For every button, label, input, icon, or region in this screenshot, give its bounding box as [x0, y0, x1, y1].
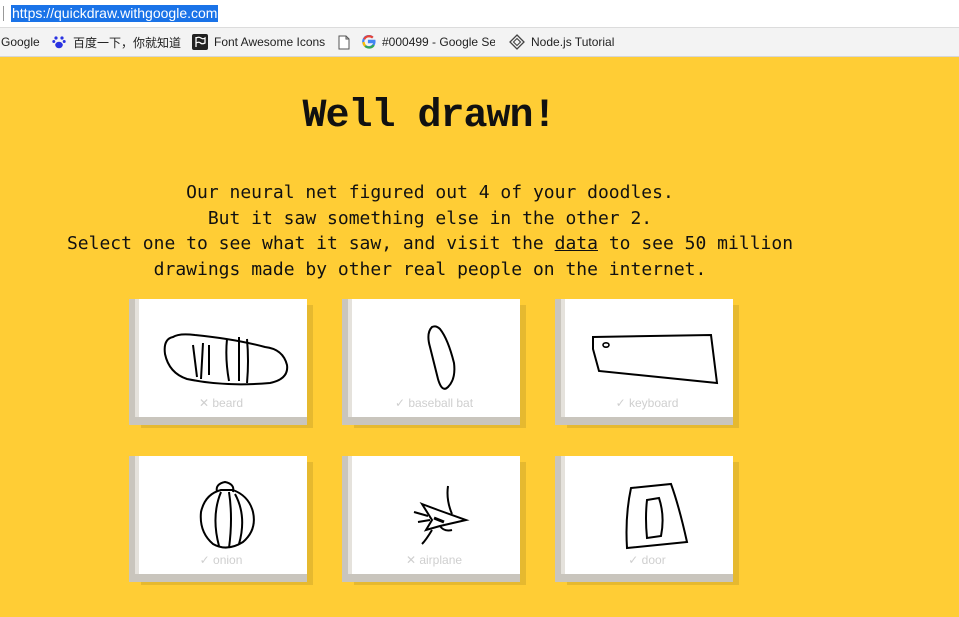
bookmark-google[interactable]: Google: [1, 28, 40, 56]
bookmark-label: Node.js Tutorial: [531, 35, 615, 49]
message-line: Our neural net figured out 4 of your doo…: [186, 182, 674, 203]
doodle-label: ✕ airplane: [405, 553, 463, 567]
bookmark-label: #000499 - Google Se: [382, 35, 495, 49]
doodle-card-airplane[interactable]: ✕ airplane: [342, 456, 526, 585]
bookmark-font-awesome[interactable]: Font Awesome Icons: [192, 28, 325, 56]
bookmark-baidu[interactable]: 百度一下，你就知道: [51, 28, 181, 56]
doodle-card-onion[interactable]: ✓ onion: [129, 456, 313, 585]
result-message: Our neural net figured out 4 of your doo…: [0, 180, 860, 282]
bookmark-label: Font Awesome Icons: [214, 35, 326, 49]
baseball-bat-drawing: [427, 325, 456, 390]
message-line: Select one to see what it saw, and visit…: [0, 231, 860, 257]
text-cursor: [3, 6, 4, 21]
beard-drawing: [163, 333, 289, 386]
door-drawing: [625, 482, 689, 550]
bookmark-document[interactable]: [336, 28, 358, 56]
doodle-label: ✓ keyboard: [615, 396, 679, 410]
bookmark-label: Google: [1, 35, 40, 49]
data-link[interactable]: data: [555, 233, 598, 254]
airplane-drawing: [413, 485, 470, 545]
message-line: drawings made by other real people on th…: [153, 258, 707, 280]
baidu-paw-icon: [51, 34, 67, 50]
keyboard-drawing: [592, 333, 719, 385]
message-line: But it saw something else in the other 2…: [207, 207, 653, 229]
bookmark-nodejs[interactable]: Node.js Tutorial: [509, 28, 614, 56]
address-bar[interactable]: https://quickdraw.withgoogle.com: [0, 0, 959, 28]
doodle-card-keyboard[interactable]: ✓ keyboard: [555, 299, 739, 428]
bookmark-label: 百度一下，你就知道: [73, 35, 182, 50]
doodle-label: ✓ door: [628, 553, 666, 567]
bookmarks-bar: Google 百度一下，你就知道 Font Awesome Icons #000…: [0, 28, 959, 57]
document-icon: [336, 34, 352, 50]
doodle-label: ✕ beard: [198, 396, 244, 410]
url-text[interactable]: https://quickdraw.withgoogle.com: [11, 5, 219, 22]
doodle-card-beard[interactable]: ✕ beard: [129, 299, 313, 428]
font-awesome-flag-icon: [192, 34, 208, 50]
diamond-icon: [509, 34, 525, 50]
doodle-label: ✓ baseball bat: [394, 396, 474, 410]
onion-drawing: [199, 480, 255, 549]
message-text: to see 50 million: [608, 233, 794, 254]
doodle-card-door[interactable]: ✓ door: [555, 456, 739, 585]
bookmark-google-search[interactable]: #000499 - Google Se: [362, 28, 495, 56]
doodle-card-baseball-bat[interactable]: ✓ baseball bat: [342, 299, 526, 428]
google-g-icon: [362, 34, 376, 50]
doodle-label: ✓ onion: [199, 553, 243, 567]
page-title: Well drawn!: [302, 94, 556, 139]
message-text: Select one to see what it saw, and visit…: [66, 233, 544, 254]
